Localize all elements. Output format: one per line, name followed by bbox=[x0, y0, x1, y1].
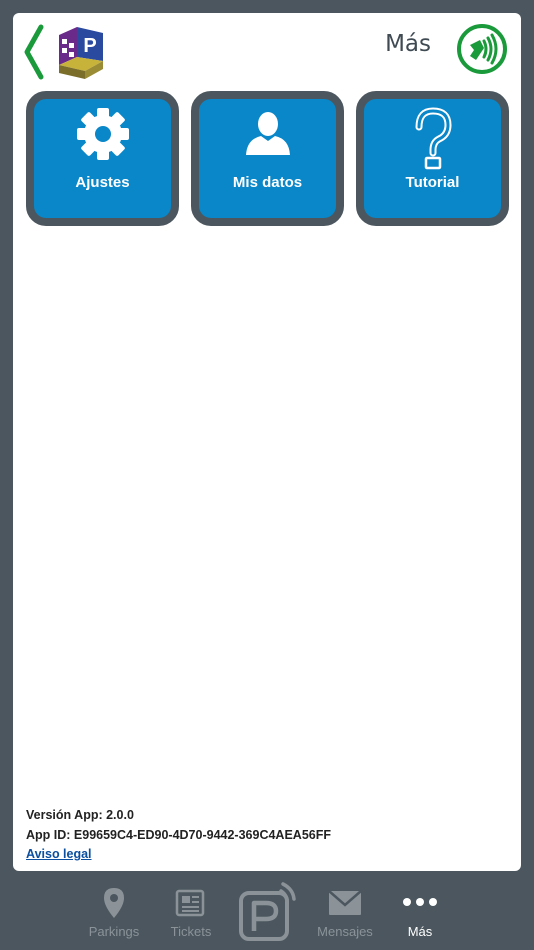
chevron-left-icon bbox=[24, 24, 44, 80]
question-mark-icon bbox=[415, 107, 452, 170]
app-info: Versión App: 2.0.0 App ID: E99659C4-ED90… bbox=[26, 806, 331, 865]
location-pin-icon bbox=[104, 888, 124, 918]
gear-icon bbox=[76, 108, 129, 160]
tab-parkings[interactable]: Parkings bbox=[82, 871, 146, 950]
nfc-contactless-icon bbox=[457, 24, 507, 74]
tab-messages[interactable]: Mensajes bbox=[310, 871, 380, 950]
tab-label: Más bbox=[407, 924, 433, 939]
tile-label: Tutorial bbox=[405, 174, 460, 191]
tab-label: Parkings bbox=[88, 924, 140, 939]
tab-label: Tickets bbox=[170, 924, 212, 939]
ticket-icon bbox=[175, 889, 205, 917]
content-card: P Más Ajustes Mis datos Tutorial Versión… bbox=[13, 13, 521, 871]
app-id-label: App ID: E99659C4-ED90-4D70-9442-369C4AEA… bbox=[26, 827, 331, 842]
tab-tickets[interactable]: Tickets bbox=[160, 871, 222, 950]
envelope-icon bbox=[328, 890, 362, 915]
legal-notice-link[interactable]: Aviso legal bbox=[26, 847, 92, 861]
settings-tile[interactable]: Ajustes bbox=[26, 91, 179, 226]
tab-parking-nfc[interactable] bbox=[232, 871, 304, 950]
user-icon bbox=[245, 112, 290, 155]
nfc-button[interactable] bbox=[456, 23, 508, 75]
more-dots-icon bbox=[403, 898, 437, 906]
tutorial-tile[interactable]: Tutorial bbox=[356, 91, 509, 226]
tab-bar: Parkings Tickets Mensajes Más bbox=[0, 871, 534, 950]
tab-more[interactable]: Más bbox=[390, 871, 450, 950]
my-data-tile[interactable]: Mis datos bbox=[191, 91, 344, 226]
parking-nfc-icon bbox=[239, 882, 296, 941]
back-button[interactable] bbox=[19, 23, 49, 81]
version-label: Versión App: 2.0.0 bbox=[26, 808, 134, 822]
app-logo: P bbox=[53, 21, 109, 83]
svg-text:P: P bbox=[83, 35, 96, 57]
tile-label: Ajustes bbox=[75, 174, 130, 191]
tab-label: Mensajes bbox=[317, 924, 373, 939]
page-title: Más bbox=[385, 31, 431, 57]
tile-label: Mis datos bbox=[232, 174, 303, 191]
